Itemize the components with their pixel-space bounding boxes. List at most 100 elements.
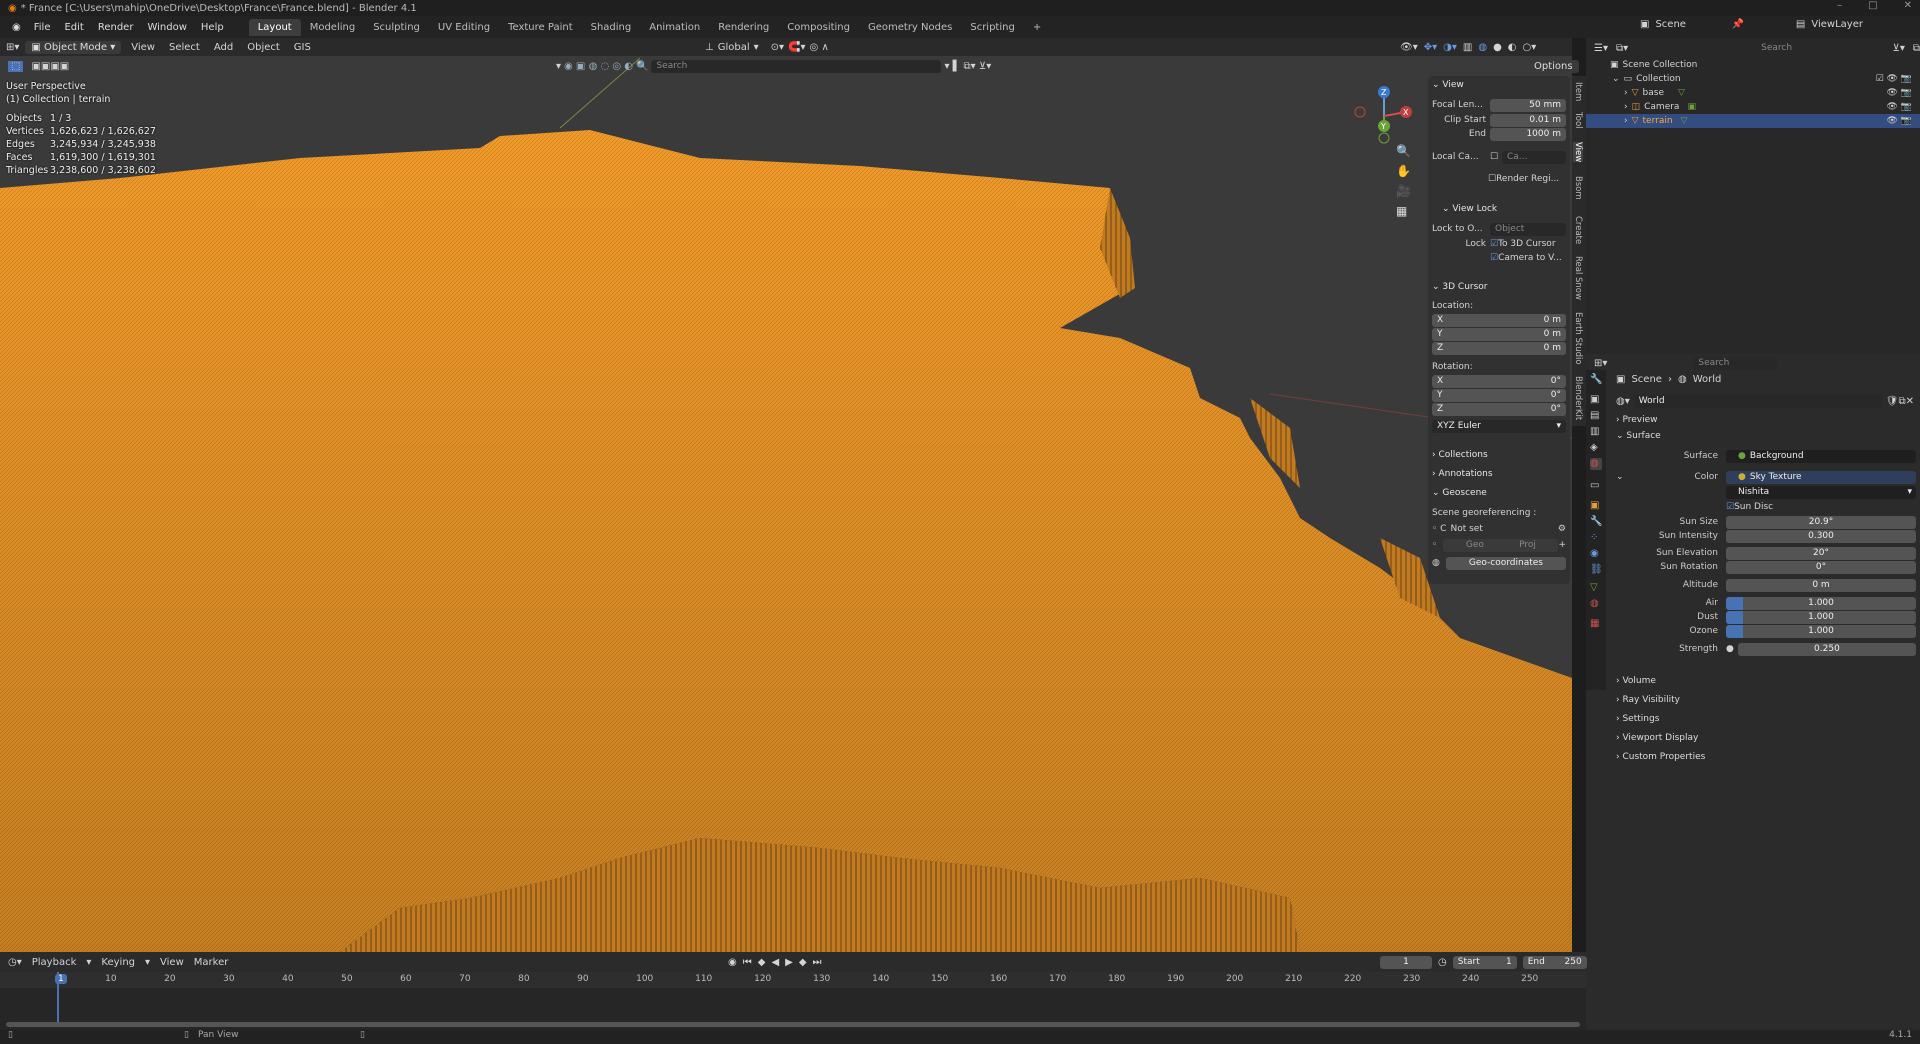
- viewport-display-section[interactable]: › Viewport Display: [1616, 733, 1698, 743]
- chevron-right-icon[interactable]: ›: [1624, 102, 1628, 112]
- cursor-location-x[interactable]: X 0 m: [1432, 313, 1566, 327]
- socket-dot-icon[interactable]: ●: [1726, 644, 1734, 654]
- strength-field[interactable]: 0.250: [1737, 642, 1916, 656]
- modifier-tab-icon[interactable]: 🔧: [1590, 516, 1602, 528]
- tab-modeling[interactable]: Modeling: [301, 19, 365, 36]
- play-reverse-icon[interactable]: ◀: [771, 957, 779, 968]
- outliner-search-input[interactable]: Search: [1756, 41, 1805, 55]
- settings-section[interactable]: › Settings: [1616, 714, 1659, 724]
- display-mode-icon[interactable]: ⧉▾: [1616, 43, 1628, 54]
- menu-file[interactable]: File: [27, 22, 58, 33]
- cursor-location-z[interactable]: Z 0 m: [1432, 341, 1566, 355]
- end-frame-field[interactable]: End 250: [1522, 955, 1587, 969]
- tab-scripting[interactable]: Scripting: [961, 19, 1023, 36]
- jump-start-icon[interactable]: ⏮: [743, 957, 752, 968]
- sun-size-field[interactable]: 20.9°: [1726, 515, 1916, 529]
- lock-to-object-field[interactable]: Object: [1490, 222, 1566, 236]
- menu-edit[interactable]: Edit: [57, 22, 90, 33]
- visibility-toggles[interactable]: ☑ 👁 📷: [1876, 74, 1912, 84]
- marker-menu[interactable]: Marker: [194, 957, 229, 968]
- proportional-edit-icon[interactable]: ◎ ∧: [810, 42, 829, 53]
- physics-tab-icon[interactable]: ◉: [1590, 548, 1602, 560]
- filter-icon[interactable]: ⊻▾: [1893, 43, 1905, 54]
- visibility-toggles[interactable]: 👁 📷: [1887, 88, 1913, 98]
- next-key-icon[interactable]: ◆: [799, 957, 807, 968]
- mode-selector[interactable]: ▣ Object Mode ▾: [25, 40, 122, 54]
- minimize-icon[interactable]: –: [1837, 0, 1842, 11]
- dust-slider[interactable]: 1.000: [1726, 610, 1916, 624]
- to-3d-cursor-checkbox[interactable]: ☑: [1490, 239, 1498, 249]
- sun-disc-checkbox[interactable]: ☑: [1726, 502, 1734, 512]
- view-layer-tab-icon[interactable]: ▥: [1590, 426, 1602, 438]
- blender-menu-icon[interactable]: ◉: [6, 22, 27, 33]
- pivot-icon[interactable]: ⊙▾: [771, 42, 784, 53]
- object-type-icons[interactable]: ◉ ▣ ◍ ◌ ◎ ◐: [564, 61, 633, 72]
- tab-item[interactable]: Item: [1573, 82, 1583, 101]
- camera-view-icon[interactable]: 🎥: [1396, 184, 1411, 198]
- shading-solid-icon[interactable]: ●: [1493, 42, 1502, 53]
- 3d-cursor-header[interactable]: ⌄ 3D Cursor: [1432, 282, 1488, 292]
- outliner-item-terrain[interactable]: › ▽ terrain ▽ 👁 📷: [1586, 114, 1920, 128]
- focal-length-field[interactable]: 50 mm: [1490, 98, 1566, 112]
- constraints-tab-icon[interactable]: ⛓: [1590, 564, 1603, 576]
- scene-tab-icon[interactable]: ◈: [1590, 442, 1602, 454]
- keying-menu[interactable]: Keying: [101, 957, 135, 968]
- cursor-rotation-x[interactable]: X 0°: [1432, 374, 1566, 388]
- sun-intensity-field[interactable]: 0.300: [1726, 529, 1916, 543]
- particles-tab-icon[interactable]: ⁘: [1590, 532, 1602, 544]
- add-workspace-button[interactable]: +: [1024, 19, 1050, 36]
- jump-end-icon[interactable]: ⏭: [813, 957, 822, 968]
- select-mode-icons[interactable]: ▣▣▣▣: [31, 61, 69, 72]
- tab-rendering[interactable]: Rendering: [709, 19, 778, 36]
- tab-bsom[interactable]: Bsom: [1573, 176, 1583, 200]
- viewport-search-input[interactable]: Search: [651, 59, 942, 73]
- plus-icon[interactable]: +: [1558, 540, 1566, 550]
- render-tab-icon[interactable]: ▣: [1590, 394, 1602, 406]
- gear-icon[interactable]: ⚙: [1558, 524, 1566, 534]
- tab-texture-paint[interactable]: Texture Paint: [499, 19, 582, 36]
- tab-animation[interactable]: Animation: [640, 19, 709, 36]
- timeline-ruler[interactable]: 1 10 20 30 40 50 60 70 80 90 100 110 120 130 140 150 160…: [0, 972, 1586, 988]
- editor-type-icon[interactable]: ⊞▾: [6, 42, 19, 53]
- timeline-editor-icon[interactable]: ◷▾: [8, 957, 22, 968]
- properties-editor-icon[interactable]: ⊞▾: [1594, 358, 1607, 369]
- auto-key-icon[interactable]: ◉: [728, 957, 737, 968]
- cursor-rotation-y[interactable]: Y 0°: [1432, 388, 1566, 402]
- shading-wireframe-icon[interactable]: ◍: [1478, 42, 1487, 53]
- tab-blenderkit[interactable]: BlenderKit: [1573, 376, 1583, 420]
- fake-user-icon[interactable]: 🛡⧉✕: [1886, 396, 1914, 407]
- visibility-icon[interactable]: 👁▾: [1400, 42, 1418, 53]
- xray-icon[interactable]: ▥: [1463, 42, 1472, 53]
- outliner-item-base[interactable]: › ▽ base ▽ 👁 📷: [1586, 86, 1920, 100]
- collections-header[interactable]: › Collections: [1432, 450, 1488, 460]
- clip-end-field[interactable]: 1000 m: [1490, 127, 1566, 141]
- air-slider[interactable]: 1.000: [1726, 596, 1916, 610]
- color-node-field[interactable]: ● Sky Texture: [1726, 470, 1916, 484]
- properties-search-input[interactable]: Search: [1693, 356, 1778, 370]
- cursor-rotation-z[interactable]: Z 0°: [1432, 402, 1566, 416]
- annotations-header[interactable]: › Annotations: [1432, 469, 1493, 479]
- tab-view[interactable]: View: [1573, 142, 1583, 163]
- altitude-field[interactable]: 0 m: [1726, 578, 1916, 592]
- geoscene-header[interactable]: ⌄ Geoscene: [1432, 488, 1487, 498]
- texture-tab-icon[interactable]: ▦: [1590, 618, 1602, 630]
- custom-properties-section[interactable]: › Custom Properties: [1616, 752, 1705, 762]
- sun-elevation-field[interactable]: 20°: [1726, 546, 1916, 560]
- tab-tool[interactable]: Tool: [1573, 112, 1583, 129]
- local-camera-field[interactable]: Ca...: [1502, 150, 1566, 164]
- surface-shader-field[interactable]: ● Background: [1726, 449, 1916, 463]
- collection-label[interactable]: Collection: [1636, 74, 1681, 84]
- sky-type-select[interactable]: Nishita ▾: [1726, 485, 1916, 499]
- ray-visibility-section[interactable]: › Ray Visibility: [1616, 695, 1680, 705]
- tab-layout[interactable]: Layout: [248, 18, 301, 36]
- 3d-viewport[interactable]: [0, 38, 1572, 952]
- tab-real-snow[interactable]: Real Snow: [1573, 256, 1583, 300]
- volume-section[interactable]: › Volume: [1616, 676, 1656, 686]
- outliner-editor-icon[interactable]: ☰▾: [1594, 43, 1608, 54]
- clip-start-field[interactable]: 0.01 m: [1490, 113, 1566, 127]
- overlay-icon[interactable]: ◑▾: [1443, 42, 1457, 53]
- start-frame-field[interactable]: Start 1: [1452, 955, 1517, 969]
- view-section-header[interactable]: ⌄ View: [1432, 80, 1464, 90]
- playback-menu[interactable]: Playback: [32, 957, 77, 968]
- object-tab-icon[interactable]: ▣: [1590, 500, 1602, 512]
